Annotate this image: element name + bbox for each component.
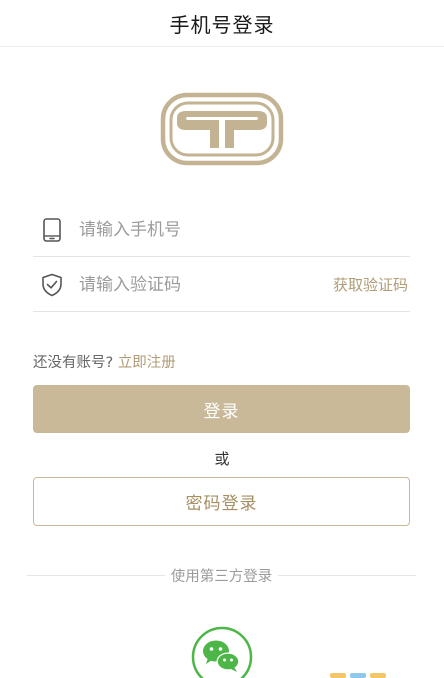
partial-icon-yellow-2 (370, 673, 386, 678)
wechat-icon[interactable] (191, 626, 253, 678)
third-party-label: 使用第三方登录 (170, 568, 273, 585)
page-title: 手机号登录 (169, 12, 275, 37)
register-prompt: 还没有账号? 立即注册 (33, 351, 176, 372)
header-bar: 手机号登录 (0, 0, 444, 47)
phone-icon (40, 217, 64, 242)
code-input[interactable] (79, 274, 333, 295)
password-login-button[interactable]: 密码登录 (33, 477, 410, 526)
shield-check-icon (40, 273, 64, 297)
third-party-divider: 使用第三方登录 (27, 564, 416, 586)
phone-input[interactable] (79, 219, 410, 240)
code-row: 获取验证码 (33, 258, 410, 312)
get-code-button[interactable]: 获取验证码 (333, 274, 408, 295)
partial-icon-yellow (330, 673, 346, 678)
phone-row (33, 203, 410, 257)
partial-icons (330, 673, 390, 678)
or-separator: 或 (214, 450, 230, 468)
login-page: 手机号登录 获取验证码 还没有账号? 立即注册 (0, 0, 444, 678)
register-prompt-text: 还没有账号? (33, 355, 114, 371)
partial-icon-blue (350, 673, 366, 678)
brand-logo (160, 92, 284, 166)
divider-line-left (27, 574, 165, 576)
divider-line-right (278, 574, 416, 576)
register-link[interactable]: 立即注册 (118, 355, 176, 371)
login-button[interactable]: 登录 (33, 385, 410, 433)
